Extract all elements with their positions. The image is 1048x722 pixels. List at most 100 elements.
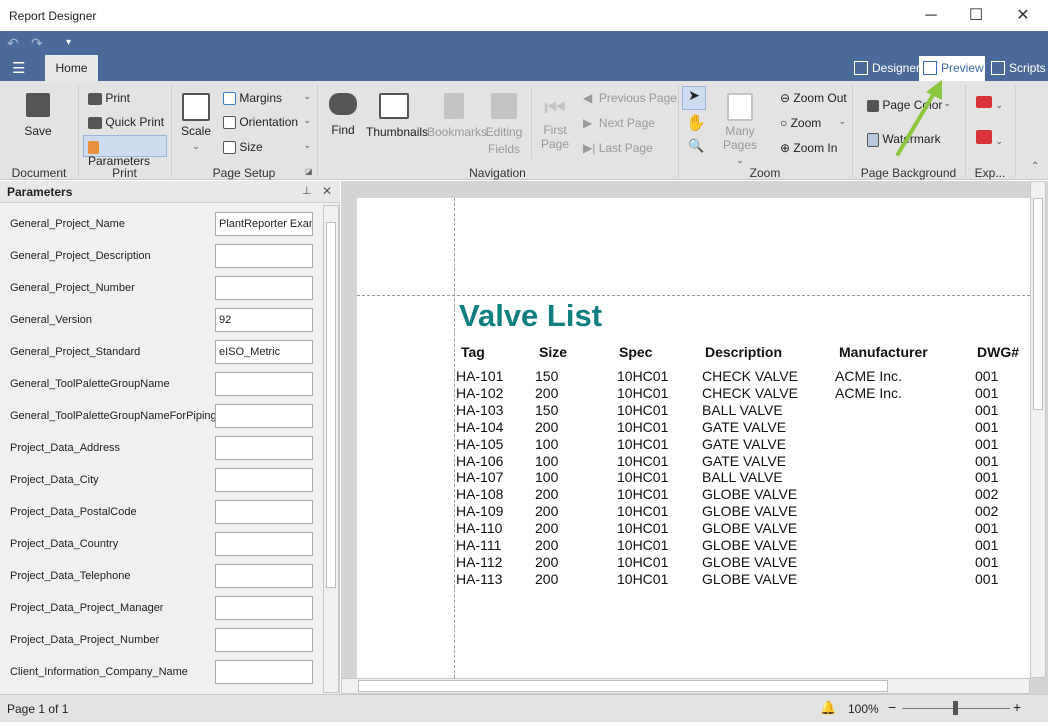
- collapse-ribbon-icon[interactable]: ⌃: [1031, 161, 1039, 172]
- parameter-input[interactable]: [215, 436, 313, 460]
- parameter-label: Project_Data_Country: [10, 538, 119, 550]
- watermark-icon: [867, 132, 879, 147]
- email-pdf-dropdown[interactable]: ⌄: [976, 130, 1003, 147]
- preview-vertical-scrollbar[interactable]: [1030, 181, 1046, 678]
- column-header: Tag: [461, 344, 485, 360]
- editing-fields-button[interactable]: Editing Fields: [484, 93, 524, 156]
- bookmark-icon: [444, 93, 464, 119]
- parameter-input[interactable]: [215, 276, 313, 300]
- parameter-input[interactable]: eISO_Metric: [215, 340, 313, 364]
- scrollbar-thumb[interactable]: [1033, 198, 1043, 410]
- previous-page-button[interactable]: ◀ Previous Page: [583, 91, 677, 105]
- table-cell: 10HC01: [617, 503, 669, 520]
- table-cell: 001: [975, 435, 999, 452]
- parameter-input[interactable]: [215, 532, 313, 556]
- parameter-input[interactable]: [215, 404, 313, 428]
- minimize-button[interactable]: ─: [908, 4, 954, 28]
- table-cell: GATE VALVE: [702, 452, 787, 469]
- many-pages-button[interactable]: Many Pages ⌄: [708, 93, 772, 166]
- first-page-button[interactable]: ⏮ First Page: [539, 95, 571, 151]
- parameter-input[interactable]: [215, 564, 313, 588]
- table-cell: 10HC01: [617, 435, 669, 452]
- parameters-panel-title: Parameters: [7, 185, 73, 199]
- zoom-in-button[interactable]: ⊕ Zoom In: [780, 141, 837, 155]
- zoom-level[interactable]: 100%: [848, 702, 879, 716]
- scrollbar-thumb[interactable]: [358, 680, 888, 692]
- scrollbar-thumb[interactable]: [326, 222, 336, 588]
- zoom-dropdown[interactable]: ○ Zoom ⌄: [780, 116, 846, 130]
- save-icon: [26, 93, 50, 117]
- hand-tool-icon[interactable]: ✋: [686, 113, 706, 133]
- tab-home[interactable]: Home: [45, 55, 98, 81]
- table-cell: 001: [975, 368, 999, 384]
- thumbnails-label: Thumbnails: [366, 125, 429, 139]
- close-button[interactable]: ✕: [1000, 4, 1046, 28]
- redo-icon[interactable]: ↷: [31, 35, 43, 52]
- export-pdf-dropdown[interactable]: ⌄: [976, 96, 1003, 111]
- table-cell: GLOBE VALVE: [702, 486, 798, 503]
- table-cell: 10HC01: [617, 469, 669, 486]
- parameter-input[interactable]: [215, 628, 313, 652]
- parameter-input[interactable]: [215, 596, 313, 620]
- divider: [965, 85, 966, 177]
- quick-print-button[interactable]: Quick Print: [88, 115, 164, 129]
- zoom-slider-thumb[interactable]: [953, 701, 958, 715]
- parameter-input[interactable]: [215, 372, 313, 396]
- table-cell: BALL VALVE: [702, 469, 783, 486]
- parameter-input[interactable]: [215, 244, 313, 268]
- table-cell: 10HC01: [617, 537, 669, 553]
- table-cell: 001: [975, 553, 999, 570]
- zoom-tool-icon[interactable]: 🔍: [688, 138, 704, 154]
- size-dropdown[interactable]: Size ⌄: [223, 140, 311, 155]
- table-cell: 001: [975, 469, 999, 486]
- parameters-button[interactable]: Parameters: [83, 135, 167, 168]
- bookmarks-button[interactable]: Bookmarks: [427, 93, 487, 142]
- parameter-input[interactable]: [215, 468, 313, 492]
- save-button[interactable]: Save: [18, 93, 58, 142]
- orientation-icon: [223, 116, 236, 130]
- last-page-icon: ▶|: [583, 141, 596, 155]
- customize-quick-access-icon[interactable]: ▾: [66, 37, 71, 48]
- table-cell: HA-110: [456, 520, 503, 537]
- parameters-scrollbar[interactable]: [323, 205, 339, 693]
- thumbnails-button[interactable]: Thumbnails: [366, 93, 428, 142]
- pin-icon[interactable]: ⊥: [302, 184, 312, 197]
- table-cell: GLOBE VALVE: [702, 503, 798, 520]
- pointer-tool-button[interactable]: ➤: [682, 86, 706, 110]
- table-cell: GLOBE VALVE: [702, 553, 798, 570]
- next-page-button[interactable]: ▶ Next Page: [583, 116, 655, 130]
- status-bar: Page 1 of 1 🔔 100% − +: [0, 694, 1048, 722]
- find-button[interactable]: Find: [326, 93, 360, 142]
- undo-icon[interactable]: ↶: [7, 35, 19, 52]
- file-menu-icon[interactable]: ☰: [12, 59, 25, 77]
- print-button[interactable]: Print: [88, 91, 130, 105]
- window-title: Report Designer: [9, 9, 97, 23]
- table-cell: 001: [975, 418, 999, 435]
- margins-dropdown[interactable]: Margins ⌄: [223, 91, 311, 106]
- scale-icon: [182, 93, 210, 121]
- table-cell: CHECK VALVE: [702, 384, 798, 401]
- view-scripts[interactable]: Scripts: [987, 56, 1048, 81]
- table-cell: HA-113: [456, 570, 503, 587]
- table-cell: 001: [975, 401, 999, 418]
- page-setup-dialog-launcher-icon[interactable]: ◪: [305, 167, 313, 176]
- zoom-in-status-button[interactable]: +: [1013, 699, 1021, 715]
- group-label-zoom: Zoom: [749, 166, 781, 180]
- zoom-out-status-button[interactable]: −: [888, 699, 896, 715]
- last-page-button[interactable]: ▶| Last Page: [583, 141, 653, 155]
- parameter-input[interactable]: PlantReporter Example: [215, 212, 313, 236]
- maximize-button[interactable]: ☐: [953, 4, 999, 28]
- preview-horizontal-scrollbar[interactable]: [341, 678, 1030, 694]
- divider: [678, 85, 679, 177]
- zoom-out-button[interactable]: ⊖ Zoom Out: [780, 91, 847, 105]
- parameter-input[interactable]: 92: [215, 308, 313, 332]
- parameter-input[interactable]: [215, 500, 313, 524]
- save-label: Save: [24, 124, 52, 138]
- scale-button[interactable]: Scale ⌄: [180, 93, 212, 152]
- close-panel-icon[interactable]: ✕: [322, 184, 332, 198]
- editing-fields-label: Editing: [485, 125, 523, 139]
- parameter-input[interactable]: [215, 660, 313, 684]
- notification-bell-icon[interactable]: 🔔: [820, 700, 836, 716]
- orientation-dropdown[interactable]: Orientation ⌄: [223, 115, 311, 130]
- table-cell: 10HC01: [617, 384, 669, 401]
